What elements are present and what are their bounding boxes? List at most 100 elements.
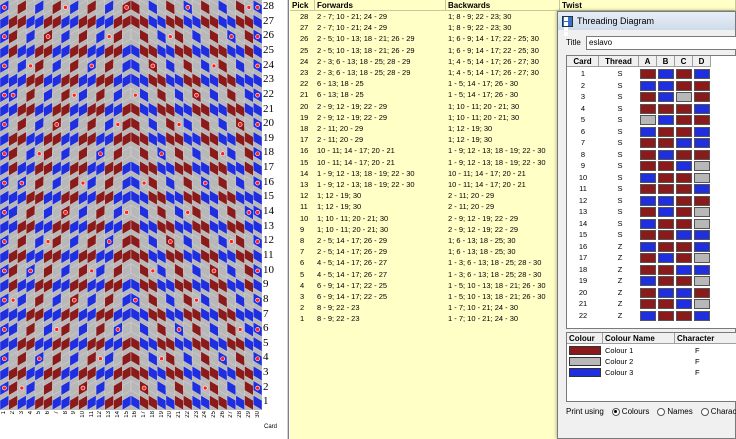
hole-colour-cell[interactable]: [658, 253, 674, 263]
thread-cell[interactable]: S: [601, 68, 639, 79]
thread-cell[interactable]: S: [601, 114, 639, 125]
hole-colour-cell[interactable]: [694, 80, 710, 91]
hole-colour-cell[interactable]: [640, 80, 656, 91]
hole-colour-cell[interactable]: [676, 69, 692, 79]
col-header-forwards[interactable]: Forwards: [315, 0, 446, 11]
thread-cell[interactable]: S: [601, 172, 639, 183]
colour-row[interactable]: Colour 1 F: [567, 345, 736, 356]
radio-names-label[interactable]: Names: [667, 407, 692, 416]
hole-colour-cell[interactable]: [694, 126, 710, 137]
thread-cell[interactable]: S: [601, 137, 639, 148]
hole-colour-cell[interactable]: [676, 218, 692, 229]
thread-cell[interactable]: S: [601, 80, 639, 91]
thread-cell[interactable]: Z: [601, 252, 639, 263]
thread-cell[interactable]: S: [601, 195, 639, 206]
colour-swatch[interactable]: [569, 357, 601, 366]
card-row[interactable]: 8S: [567, 149, 736, 161]
hole-colour-cell[interactable]: [640, 253, 656, 263]
hole-colour-cell[interactable]: [640, 115, 656, 125]
hole-colour-cell[interactable]: [676, 276, 692, 286]
thread-cell[interactable]: S: [601, 183, 639, 194]
hole-colour-cell[interactable]: [694, 299, 710, 309]
hole-colour-cell[interactable]: [658, 299, 674, 309]
hole-colour-cell[interactable]: [676, 92, 692, 102]
hole-colour-cell[interactable]: [640, 310, 656, 321]
card-row[interactable]: 12 S: [567, 195, 736, 207]
hole-colour-cell[interactable]: [658, 310, 674, 321]
thread-cell[interactable]: Z: [601, 241, 639, 252]
hole-colour-cell[interactable]: [658, 241, 674, 252]
thread-cell[interactable]: S: [601, 160, 639, 171]
col-header-pick[interactable]: Pick: [290, 0, 315, 11]
hole-colour-cell[interactable]: [640, 299, 656, 309]
title-field[interactable]: eslavo: [586, 36, 736, 50]
hole-colour-cell[interactable]: [640, 207, 656, 217]
radio-names[interactable]: [657, 407, 666, 416]
hole-colour-cell[interactable]: [676, 264, 692, 275]
hole-colour-cell[interactable]: [640, 241, 656, 252]
thread-cell[interactable]: Z: [601, 310, 639, 321]
hole-colour-cell[interactable]: [658, 264, 674, 275]
hole-colour-cell[interactable]: [676, 241, 692, 252]
col-header-thread[interactable]: Thread: [599, 56, 639, 67]
hole-colour-cell[interactable]: [640, 184, 656, 194]
hole-colour-cell[interactable]: [640, 276, 656, 286]
col-header-colour[interactable]: Colour: [567, 333, 603, 344]
thread-cell[interactable]: S: [601, 91, 639, 102]
hole-colour-cell[interactable]: [658, 230, 674, 240]
hole-colour-cell[interactable]: [658, 195, 674, 206]
col-header-a[interactable]: A: [639, 56, 657, 67]
col-header-c[interactable]: C: [675, 56, 693, 67]
hole-colour-cell[interactable]: [658, 115, 674, 125]
hole-colour-cell[interactable]: [694, 230, 710, 240]
card-row[interactable]: 3S: [567, 91, 736, 103]
hole-colour-cell[interactable]: [694, 161, 710, 171]
card-row[interactable]: 4S: [567, 103, 736, 115]
hole-colour-cell[interactable]: [676, 138, 692, 148]
hole-colour-cell[interactable]: [658, 126, 674, 137]
hole-colour-cell[interactable]: [640, 218, 656, 229]
hole-colour-cell[interactable]: [640, 69, 656, 79]
colour-swatch[interactable]: [569, 368, 601, 377]
radio-colours[interactable]: [611, 407, 620, 416]
card-row[interactable]: 21 Z: [567, 298, 736, 310]
hole-colour-cell[interactable]: [658, 80, 674, 91]
hole-colour-cell[interactable]: [658, 218, 674, 229]
card-row[interactable]: 18 Z: [567, 264, 736, 276]
thread-cell[interactable]: S: [601, 149, 639, 160]
card-row[interactable]: 7S: [567, 137, 736, 149]
hole-colour-cell[interactable]: [658, 172, 674, 183]
card-row[interactable]: 16 Z: [567, 241, 736, 253]
window-titlebar[interactable]: Threading Diagram: [558, 12, 735, 36]
card-row[interactable]: 13 S: [567, 206, 736, 218]
hole-colour-cell[interactable]: [658, 207, 674, 217]
splitter[interactable]: [286, 0, 289, 439]
col-header-backwards[interactable]: Backwards: [446, 0, 560, 11]
hole-colour-cell[interactable]: [658, 69, 674, 79]
hole-colour-cell[interactable]: [694, 184, 710, 194]
hole-colour-cell[interactable]: [640, 103, 656, 114]
hole-colour-cell[interactable]: [676, 115, 692, 125]
hole-colour-cell[interactable]: [640, 161, 656, 171]
hole-colour-cell[interactable]: [658, 149, 674, 160]
hole-colour-cell[interactable]: [676, 184, 692, 194]
hole-colour-cell[interactable]: [694, 310, 710, 321]
radio-characters-label[interactable]: Characters: [711, 407, 736, 416]
hole-colour-cell[interactable]: [694, 276, 710, 286]
radio-colours-label[interactable]: Colours: [622, 407, 650, 416]
card-row[interactable]: 11 S: [567, 183, 736, 195]
hole-colour-cell[interactable]: [694, 207, 710, 217]
hole-colour-cell[interactable]: [694, 253, 710, 263]
hole-colour-cell[interactable]: [640, 138, 656, 148]
hole-colour-cell[interactable]: [658, 161, 674, 171]
card-row[interactable]: 6S: [567, 126, 736, 138]
hole-colour-cell[interactable]: [640, 230, 656, 240]
hole-colour-cell[interactable]: [676, 195, 692, 206]
card-row[interactable]: 22 Z: [567, 310, 736, 322]
hole-colour-cell[interactable]: [640, 92, 656, 102]
card-row[interactable]: 17 Z: [567, 252, 736, 264]
hole-colour-cell[interactable]: [694, 218, 710, 229]
card-row[interactable]: 2S: [567, 80, 736, 92]
col-header-twist[interactable]: Twist: [560, 0, 736, 11]
hole-colour-cell[interactable]: [640, 149, 656, 160]
